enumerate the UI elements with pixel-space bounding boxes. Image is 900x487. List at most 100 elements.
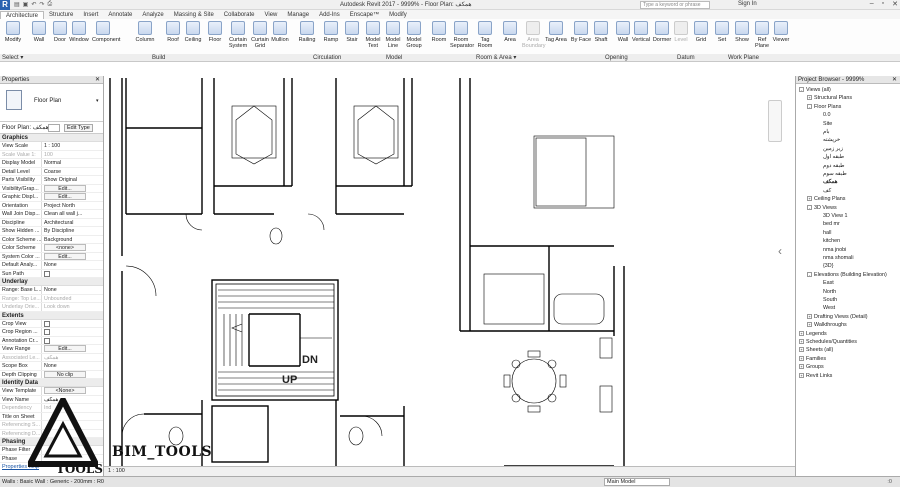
window-button[interactable]: Window (68, 21, 90, 43)
property-value-cell[interactable]: 1 : 100 (42, 142, 103, 150)
property-value-cell[interactable]: None (42, 261, 103, 269)
expand-icon[interactable]: + (807, 196, 812, 202)
tab-manage[interactable]: Manage (282, 11, 314, 19)
tab-modify[interactable]: Modify (384, 11, 412, 19)
curtain-system-button[interactable]: Curtain System (227, 21, 249, 49)
model-group-button[interactable]: Model Group (403, 21, 425, 49)
tree-node[interactable]: + Structural Plans (807, 95, 852, 101)
property-group-underlay[interactable]: Underlay (0, 278, 103, 286)
property-value-cell[interactable]: Show Original (42, 176, 103, 184)
save-icon[interactable]: ▣ (23, 1, 29, 8)
close-icon[interactable]: ✕ (892, 76, 897, 84)
tree-node[interactable]: East (823, 280, 834, 286)
tree-node[interactable]: طبقه سوم (823, 171, 847, 177)
property-button[interactable]: No clip (44, 370, 86, 378)
property-group-identity-data[interactable]: Identity Data (0, 379, 103, 387)
tab-collaborate[interactable]: Collaborate (219, 11, 260, 19)
ceiling-button[interactable]: Ceiling (182, 21, 204, 43)
tree-node[interactable]: - Elevations (Building Elevation) (807, 271, 887, 278)
wall-button[interactable]: Wall (28, 21, 50, 43)
property-value-cell[interactable] (42, 270, 103, 278)
tree-node[interactable]: طبقه دوم (823, 163, 844, 169)
maximize-icon[interactable]: ▫ (882, 0, 884, 8)
tree-node[interactable]: kitchen (823, 238, 840, 244)
column-button[interactable]: Column (134, 21, 156, 43)
floor-plan-drawing[interactable] (104, 76, 795, 476)
chevron-left-icon[interactable]: ‹ (778, 244, 782, 258)
tab-enscape[interactable]: Enscape™ (345, 11, 384, 19)
property-value-cell[interactable] (42, 328, 103, 336)
tree-node[interactable]: بام (823, 129, 829, 135)
edit-type-button[interactable]: Edit Type (64, 124, 93, 132)
tree-node[interactable]: Site (823, 121, 832, 127)
model-line-button[interactable]: Model Line (382, 21, 404, 49)
set-button[interactable]: Set (711, 21, 733, 43)
tree-node[interactable]: طبقه اول (823, 154, 844, 160)
property-value-cell[interactable]: Edit... (42, 193, 103, 201)
panel-select[interactable]: Select ▾ (2, 54, 23, 62)
property-value-cell[interactable]: Normal (42, 159, 103, 167)
expand-icon[interactable]: + (799, 347, 804, 353)
property-button[interactable]: <None> (44, 387, 86, 394)
property-checkbox[interactable] (44, 329, 50, 335)
tree-node[interactable]: خرپشته (823, 137, 840, 143)
model-text-button[interactable]: Model Text (362, 21, 384, 49)
tree-node[interactable]: bed mr (823, 221, 840, 227)
property-button[interactable]: Edit... (44, 252, 86, 260)
print-icon[interactable]: ⎙ (47, 1, 52, 8)
area-boundary-button[interactable]: Area Boundary (522, 21, 546, 49)
property-value-cell[interactable]: Edit... (42, 252, 103, 261)
expand-icon[interactable]: + (807, 322, 812, 328)
tree-node[interactable]: hall (823, 230, 831, 236)
tab-view[interactable]: View (259, 11, 282, 19)
tree-node[interactable]: + Walkthroughs (807, 322, 847, 328)
collapse-icon[interactable]: - (807, 103, 812, 109)
close-icon[interactable]: ✕ (892, 0, 898, 8)
property-value-cell[interactable] (42, 320, 103, 328)
property-value-cell[interactable]: Coarse (42, 168, 103, 176)
sign-in-button[interactable]: Sign In (738, 1, 757, 7)
tree-node[interactable]: + Ceiling Plans (807, 196, 845, 202)
component-button[interactable]: Component (92, 21, 120, 43)
tree-node[interactable]: -3D Views (807, 204, 837, 211)
tree-node[interactable]: - Views (all) (799, 87, 831, 93)
chevron-down-icon[interactable]: ▾ (96, 98, 99, 104)
property-value-cell[interactable]: None (42, 286, 103, 294)
by-face-button[interactable]: By Face (570, 21, 592, 43)
stair-button[interactable]: Stair (341, 21, 363, 43)
tree-node[interactable]: کف (823, 188, 831, 194)
level-button[interactable]: Level (670, 21, 692, 43)
property-value-cell[interactable]: Edit... (42, 184, 103, 193)
close-icon[interactable]: ✕ (95, 76, 100, 84)
property-button[interactable]: Edit... (44, 345, 86, 352)
tab-structure[interactable]: Structure (44, 11, 78, 19)
tree-node[interactable]: + Revit Links (799, 372, 832, 379)
expand-icon[interactable]: + (799, 330, 804, 336)
curtain-grid-button[interactable]: Curtain Grid (249, 21, 271, 49)
modify-button[interactable]: Modify (2, 21, 24, 43)
property-value-cell[interactable]: <None> (42, 387, 103, 395)
collapse-icon[interactable]: - (807, 204, 812, 210)
property-group-extents[interactable]: Extents (0, 311, 103, 320)
tree-node[interactable]: 3D View 1 (823, 213, 847, 219)
tree-node[interactable]: nma shomali (823, 255, 854, 261)
tab-add-ins[interactable]: Add-Ins (314, 11, 345, 19)
shaft-button[interactable]: Shaft (590, 21, 612, 43)
tab-analyze[interactable]: Analyze (137, 11, 168, 19)
collapse-icon[interactable]: - (807, 271, 812, 277)
minimize-icon[interactable]: – (870, 0, 874, 8)
tag-room-button[interactable]: Tag Room (474, 21, 496, 49)
tree-node[interactable]: + Schedules/Quantities (799, 339, 857, 345)
property-checkbox[interactable] (44, 337, 50, 344)
expand-icon[interactable]: + (799, 339, 804, 344)
mullion-button[interactable]: Mullion (269, 21, 291, 43)
tree-node[interactable]: + Legends (799, 330, 827, 337)
revit-logo-icon[interactable]: R (0, 0, 10, 10)
property-value-cell[interactable]: Background (42, 236, 103, 244)
area-button[interactable]: Area (499, 21, 521, 43)
tab-massing-site[interactable]: Massing & Site (169, 11, 219, 19)
property-checkbox[interactable] (44, 270, 50, 277)
redo-icon[interactable]: ↷ (39, 1, 44, 8)
room-separator-button[interactable]: Room Separator (450, 21, 474, 49)
tree-node[interactable]: + Families (799, 355, 826, 362)
